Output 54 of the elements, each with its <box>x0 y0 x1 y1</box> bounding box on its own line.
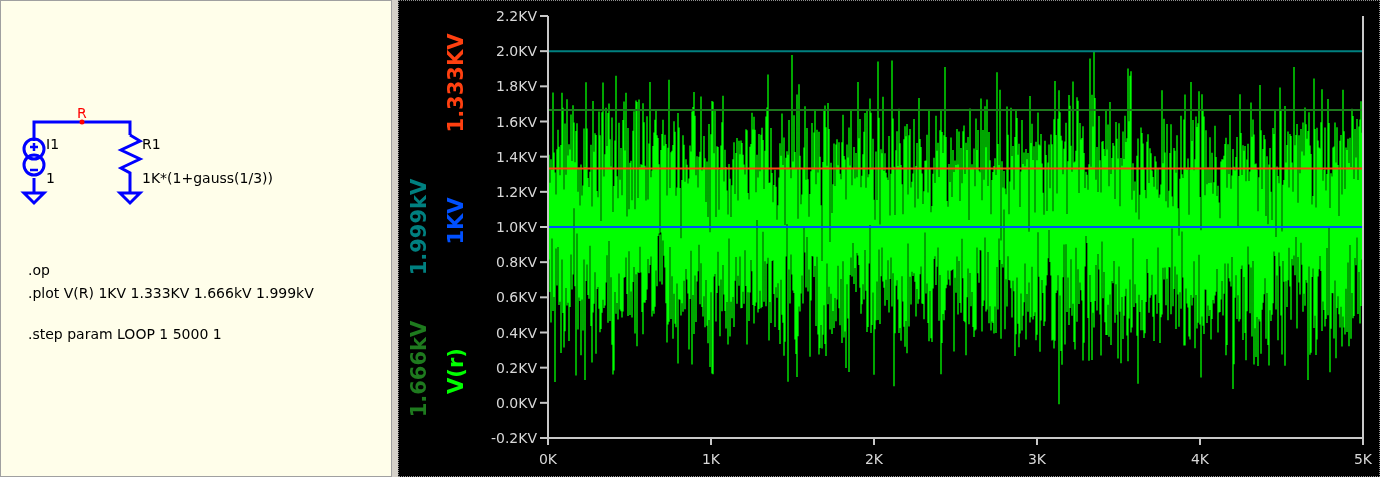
legend-label: 1.999kV <box>407 178 431 276</box>
x-tick-label: 5K <box>1353 451 1373 467</box>
y-tick-label: 0.2KV <box>495 359 537 376</box>
x-tick-label: 0K <box>538 451 558 467</box>
current-source-symbol <box>22 133 46 195</box>
component-name: R1 <box>142 136 161 152</box>
y-tick-label: 0.6KV <box>495 289 537 306</box>
y-tick-label: 1.8KV <box>495 78 537 95</box>
x-tick-label: 1K <box>701 451 721 467</box>
tick-mark <box>539 190 549 193</box>
y-tick-label: 2.0KV <box>495 43 537 60</box>
x-tick-label: 3K <box>1027 451 1047 467</box>
y-tick-label: 0.0KV <box>495 394 537 411</box>
tick-mark <box>539 15 549 17</box>
legend-label: 1KV <box>444 197 468 245</box>
legend-label: 1.666kV <box>407 320 431 418</box>
tick-mark <box>1362 437 1364 446</box>
tick-mark <box>539 366 549 369</box>
tick-mark <box>873 437 875 446</box>
tick-mark <box>539 331 549 334</box>
tick-mark <box>539 85 549 88</box>
y-tick-label: 1.6KV <box>495 113 537 130</box>
net-label: R <box>77 105 87 121</box>
spice-directive: .plot V(R) 1KV 1.333KV 1.666kV 1.999kV <box>28 284 314 303</box>
y-tick-label: 2.2KV <box>495 8 537 24</box>
resistor-symbol <box>117 133 144 193</box>
component-value: 1K*(1+gauss(1/3)) <box>142 170 274 186</box>
y-tick-label: 1.2KV <box>495 183 537 200</box>
tick-mark <box>1199 437 1201 446</box>
tick-mark <box>539 261 549 264</box>
y-tick-label: 0.4KV <box>495 324 537 341</box>
tick-mark <box>710 437 712 446</box>
tick-mark <box>539 155 549 158</box>
spice-directive: .step param LOOP 1 5000 1 <box>28 325 223 344</box>
tick-mark <box>539 120 549 123</box>
component-value: 1 <box>46 170 55 186</box>
spice-directive: .op <box>28 261 51 280</box>
ground-icon <box>116 191 144 206</box>
component-name: I1 <box>46 136 60 152</box>
y-tick-label: -0.2KV <box>490 430 537 446</box>
tick-mark <box>539 296 549 299</box>
ground-icon <box>20 191 48 206</box>
net-node <box>79 119 85 125</box>
legend-label: 1.333KV <box>444 33 468 133</box>
tick-mark <box>539 50 549 53</box>
x-tick-label: 4K <box>1190 451 1210 467</box>
y-tick-label: 0.8KV <box>495 254 537 271</box>
x-tick-label: 2K <box>864 451 884 467</box>
legend-label: V(r) <box>444 348 468 394</box>
tick-mark <box>1036 437 1038 446</box>
tick-mark <box>539 401 549 404</box>
y-tick-label: 1.4KV <box>495 148 537 165</box>
tick-mark <box>539 226 549 228</box>
y-tick-label: 1.0KV <box>495 219 537 235</box>
